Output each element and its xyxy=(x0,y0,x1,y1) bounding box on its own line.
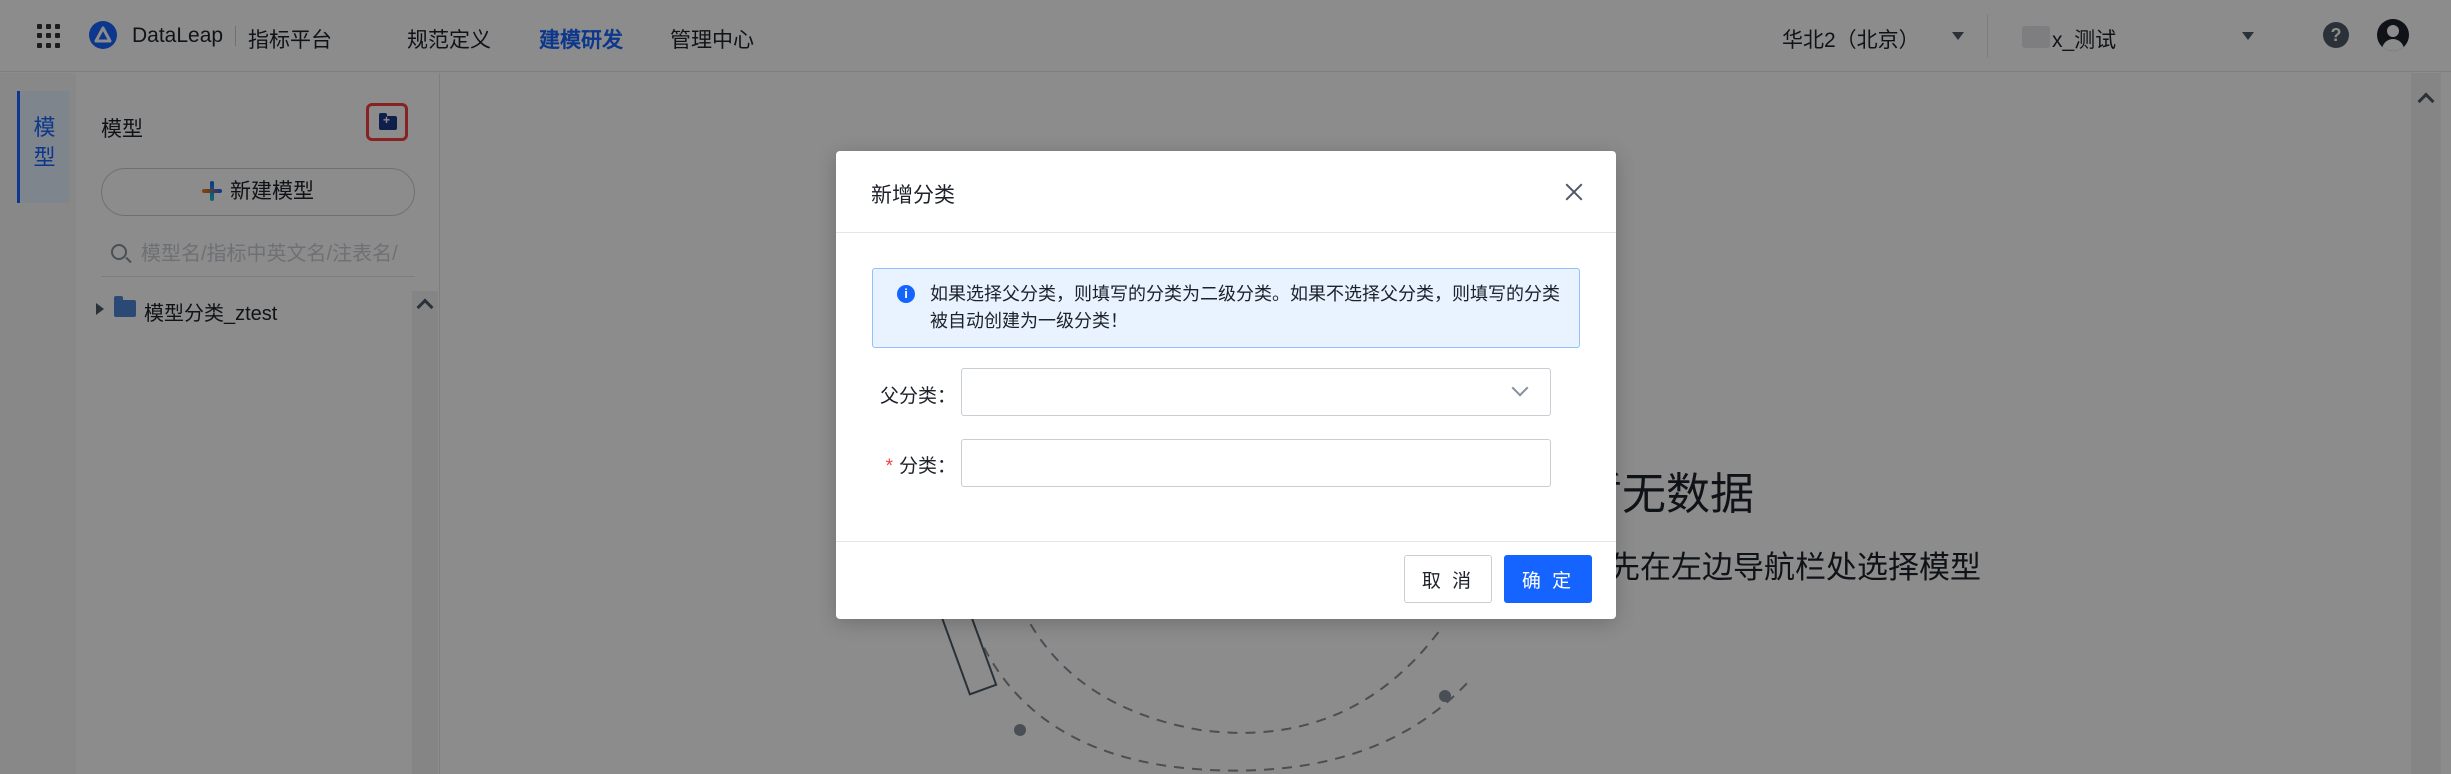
cancel-button[interactable]: 取 消 xyxy=(1404,555,1492,603)
parent-category-label: 父分类： xyxy=(879,386,956,407)
info-icon: i xyxy=(897,285,915,303)
confirm-button[interactable]: 确 定 xyxy=(1504,555,1592,603)
chevron-down-icon xyxy=(1511,379,1529,397)
parent-category-select[interactable] xyxy=(961,368,1551,416)
category-label-wrap: * 分类： xyxy=(866,451,956,478)
close-icon[interactable] xyxy=(1563,181,1585,203)
category-label: 分类： xyxy=(898,456,956,477)
category-input[interactable] xyxy=(961,439,1551,487)
dialog-title: 新增分类 xyxy=(871,184,955,207)
add-category-dialog: 新增分类 i 如果选择父分类，则填写的分类为二级分类。如果不选择父分类，则填写的… xyxy=(836,151,1616,619)
alert-text: 如果选择父分类，则填写的分类为二级分类。如果不选择父分类，则填写的分类被自动创建… xyxy=(930,284,1560,331)
dialog-footer: 取 消 确 定 xyxy=(836,541,1616,619)
info-alert: i 如果选择父分类，则填写的分类为二级分类。如果不选择父分类，则填写的分类被自动… xyxy=(872,268,1580,348)
dialog-header: 新增分类 xyxy=(836,151,1616,233)
required-asterisk: * xyxy=(885,456,893,477)
